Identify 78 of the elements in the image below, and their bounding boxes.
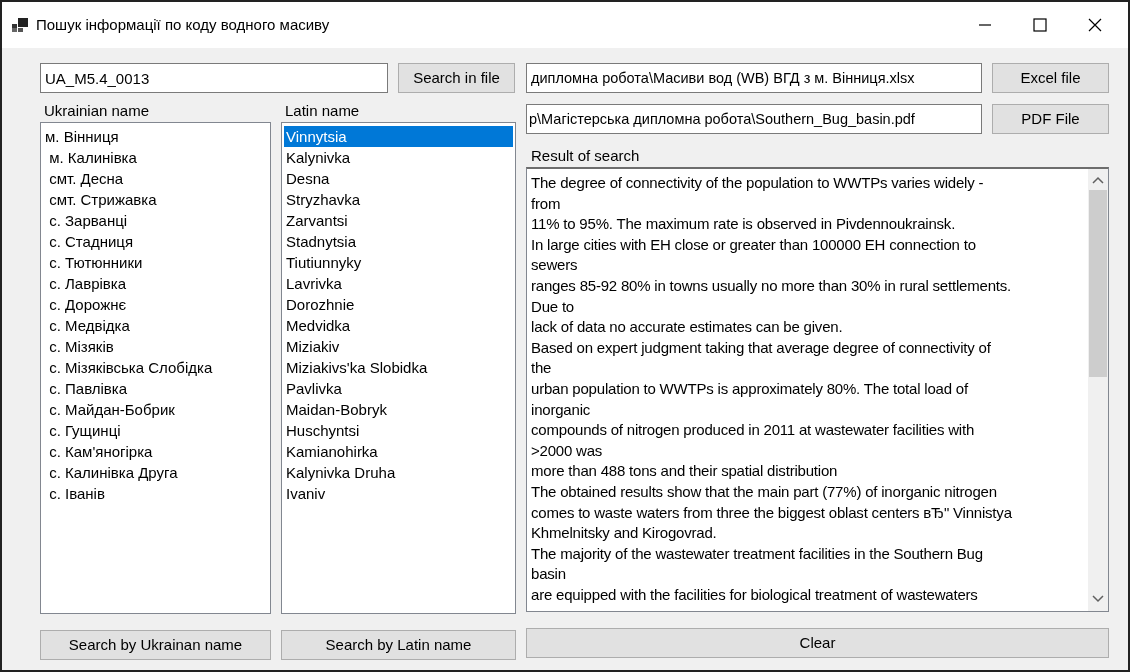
list-item[interactable]: Miziakiv [284,336,513,357]
result-label: Result of search [530,146,641,166]
list-item[interactable]: Stadnytsia [284,231,513,252]
list-item[interactable]: с. Майдан-Бобрик [43,399,268,420]
list-item[interactable]: с. Зарванці [43,210,268,231]
list-item[interactable]: Ivaniv [284,483,513,504]
list-item[interactable]: Miziakivs'ka Slobidka [284,357,513,378]
result-text-line: basin [531,564,566,585]
list-item[interactable]: с. Калинівка Друга [43,462,268,483]
result-text-line: >2000 was [531,440,603,461]
result-text-line: urban population to WWTPs is approximately 80%. The total load of [531,378,968,399]
excel-path-field[interactable]: дипломна робота\Масиви вод (WB) ВГД з м. Вінниця.xlsx [526,63,982,93]
list-item[interactable]: Tiutiunnyky [284,252,513,273]
list-item[interactable]: с. Іванів [43,483,268,504]
result-text-line: Khmelnitsky and Kirogovrad. [531,523,717,544]
search-by-ukrainian-name-button[interactable]: Search by Ukrainan name [40,630,271,660]
window-title: Пошук інформації по коду водного масиву [36,14,330,35]
scrollbar[interactable] [1088,169,1108,611]
search-by-latin-name-button[interactable]: Search by Latin name [281,630,516,660]
result-text-line: Based on expert judgment taking that average degree of connectivity of [531,337,991,358]
list-item[interactable]: с. Мізяківська Слобідка [43,357,268,378]
list-item[interactable]: с. Медвідка [43,315,268,336]
list-item[interactable]: Kamianohirka [284,441,513,462]
result-text-line: inorganic [531,399,591,420]
list-item[interactable]: м. Калинівка [43,147,268,168]
list-item[interactable]: Stryzhavka [284,189,513,210]
result-text-line: The majority of the wastewater treatment facilities in the Southern Bug [531,543,983,564]
result-text-line: comes to waste waters from three the biggest oblast centers вЂ" Vinnistya [531,502,1012,523]
clear-button[interactable]: Clear [526,628,1109,658]
ukrainian-name-label: Ukrainian name [43,101,151,121]
list-item[interactable]: Kalynivka Druha [284,462,513,483]
list-item[interactable]: смт. Стрижавка [43,189,268,210]
result-text-line: the [531,358,552,379]
list-item[interactable]: Zarvantsi [284,210,513,231]
list-item[interactable]: с. Мізяків [43,336,268,357]
list-item[interactable]: Medvidka [284,315,513,336]
scrollbar-thumb[interactable] [1089,190,1107,377]
excel-file-button[interactable]: Excel file [992,63,1109,93]
result-text-line: are equipped with the facilities for biological treatment of wastewaters [531,584,978,605]
list-item[interactable]: Dorozhnie [284,294,513,315]
result-text-line: 11% to 95%. The maximum rate is observed in Pivdennoukrainsk. [531,214,956,235]
code-field[interactable]: UA_M5.4_0013 [40,63,388,93]
pdf-file-button[interactable]: PDF File [992,104,1109,134]
list-item[interactable]: Pavlivka [284,378,513,399]
pdf-path-field[interactable]: р\Магістерська дипломна робота\Southern_Bug_basin.pdf [526,104,982,134]
result-text-line: compounds of nitrogen produced in 2011 at wastewater facilities with [531,420,975,441]
result-text-line: more than 488 tons and their spatial distribution [531,461,838,482]
list-item[interactable]: с. Лаврівка [43,273,268,294]
list-item[interactable]: Desna [284,168,513,189]
list-item[interactable]: с. Тютюнники [43,252,268,273]
result-text-line: The obtained results show that the main part (77%) of inorganic nitrogen [531,481,997,502]
close-icon[interactable] [1088,18,1102,32]
scroll-down-icon[interactable] [1092,595,1104,603]
list-item[interactable]: с. Павлівка [43,378,268,399]
result-text-line: ranges 85-92 80% in towns usually no more than 30% in rural settlements. [531,275,1012,296]
list-item[interactable]: с. Стадниця [43,231,268,252]
list-item[interactable]: с. Гущинці [43,420,268,441]
scroll-up-icon[interactable] [1092,176,1104,184]
list-item[interactable]: с. Кам'яногірка [43,441,268,462]
result-text-line: lack of data no accurate estimates can be given. [531,317,843,338]
list-item[interactable]: Vinnytsia [284,126,513,147]
latin-name-label: Latin name [284,101,361,121]
maximize-icon[interactable] [1033,18,1047,32]
list-item[interactable]: смт. Десна [43,168,268,189]
result-text-line: The degree of connectivity of the population to WWTPs varies widely - [531,173,984,193]
list-item[interactable]: Maidan-Bobryk [284,399,513,420]
result-text-area[interactable] [526,167,1109,612]
list-item[interactable]: Lavrivka [284,273,513,294]
search-in-file-button[interactable]: Search in file [398,63,515,93]
app-icon [12,18,28,32]
result-text-line: from [531,193,561,214]
result-text-line: Due to [531,296,574,317]
list-item[interactable]: Kalynivka [284,147,513,168]
list-item[interactable]: с. Дорожнє [43,294,268,315]
result-text-line: In large cities with EH close or greater than 100000 EH connection to [531,234,976,255]
list-item[interactable]: Huschyntsi [284,420,513,441]
result-text-line: sewers [531,255,578,276]
list-item[interactable]: м. Вінниця [43,126,268,147]
